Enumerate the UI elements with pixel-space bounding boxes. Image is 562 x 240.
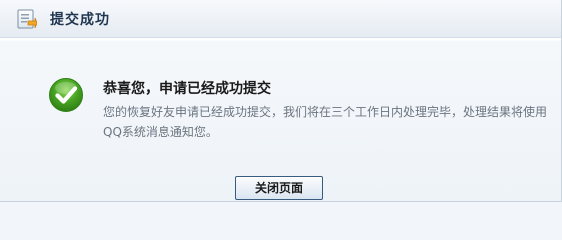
success-check-icon: [48, 77, 84, 113]
close-page-button[interactable]: 关闭页面: [235, 176, 323, 200]
form-icon: [15, 7, 38, 31]
success-heading: 恭喜您，申请已经成功提交: [103, 81, 271, 97]
success-message: 您的恢复好友申请已经成功提交，我们将在三个工作日内处理完毕，处理结果将使用QQ系…: [103, 105, 548, 139]
title-bar: 提交成功: [0, 0, 561, 38]
dialog-window: 提交成功 恭喜您，申请已经成功提交 您的恢复好友申请已经成功提交，我们将在三个工…: [0, 0, 562, 202]
window-title: 提交成功: [50, 12, 110, 28]
